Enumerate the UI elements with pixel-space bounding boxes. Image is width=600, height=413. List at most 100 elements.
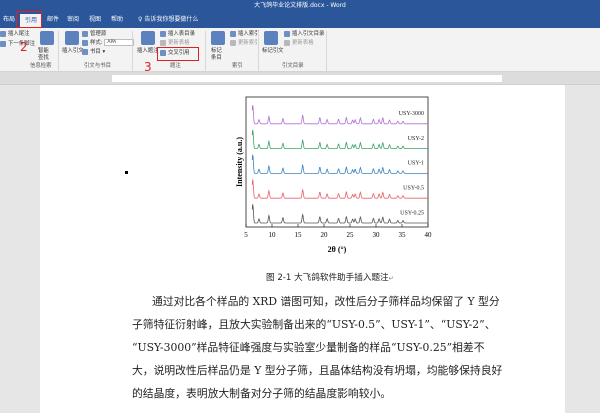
mark-entry-label-2: 条目 [211, 55, 222, 61]
tell-me-search[interactable]: ♀ 告诉我你想要做什么 [138, 12, 198, 28]
x-tick-label: 35 [399, 231, 407, 239]
horizontal-ruler[interactable] [0, 72, 600, 85]
insert-citation-icon [65, 31, 79, 45]
update-index-icon [230, 39, 236, 46]
insert-caption-button[interactable]: 插入题注 [137, 47, 159, 55]
x-tick-label: 20 [321, 231, 329, 239]
style-select[interactable]: APA [104, 39, 135, 46]
mark-citation-button[interactable]: 标记引文 [262, 47, 284, 55]
group-divider [258, 31, 259, 71]
group-divider [205, 31, 206, 71]
ribbon-references: 插入尾注 下一条脚注 智能 查找 信息检索 插入引文 管理源 样式: APA 书… [0, 28, 600, 72]
insert-caption-icon [141, 31, 155, 45]
x-tick-label: 40 [425, 231, 433, 239]
bibliography-icon [82, 48, 88, 55]
group-divider [132, 31, 133, 71]
insert-endnote-button[interactable]: 插入尾注 [0, 30, 30, 38]
insert-toa-label: 插入引文目录 [292, 31, 325, 37]
insert-citation-label: 插入引文 [62, 48, 84, 54]
figure-caption-text: 图 2-1 大飞鸽软件助手插入题注 [266, 273, 389, 283]
group-divider [326, 31, 327, 71]
series-layer [251, 105, 428, 224]
group-label-citations: 引文与书目 [84, 63, 111, 69]
paragraph-line: 的结晶度，表明放大制备对分子筛的结晶度影响较小。 [132, 387, 392, 400]
series-label: USY-0.5 [403, 186, 424, 192]
x-tick-label: 15 [295, 231, 303, 239]
update-toa-icon [284, 39, 290, 46]
word-window: 大飞鸽毕业论文排版.docx - Word 布局 引用 邮件 审阅 视图 帮助 … [0, 0, 600, 413]
annotation-number-2: 2 [20, 40, 28, 54]
paragraph-line: “USY-3000”样品特征峰强度与实验室少量制备的样品“USY-0.25”相差… [132, 341, 485, 354]
x-tick-label: 5 [244, 231, 248, 239]
tell-me-label: 告诉我你想要做什么 [144, 16, 199, 23]
paragraph-line: 大，说明改性后样品仍是 Y 型分子筛，且晶体结构没有坍塌，均能够保持良好 [132, 364, 503, 377]
paragraph-line: 通过对比各个样品的 XRD 谱图可知，改性后分子筛样品均保留了 Y 型分 [152, 295, 500, 308]
insert-endnote-label: 插入尾注 [8, 31, 30, 37]
ribbon-tabs: 布局 引用 邮件 审阅 视图 帮助 ♀ 告诉我你想要做什么 [0, 12, 600, 28]
insert-table-of-figures-label: 插入表目录 [168, 31, 195, 37]
next-footnote-icon [0, 40, 6, 47]
paragraph-anchor-mark [125, 171, 128, 174]
mark-citation-label: 标记引文 [262, 48, 284, 54]
series-label: USY-1 [408, 161, 424, 167]
annotation-box-references-tab [16, 11, 42, 28]
paragraph-mark: ↵ [388, 275, 394, 282]
mark-entry-icon [211, 31, 225, 45]
insert-index-icon [230, 30, 236, 37]
insert-toa-icon [284, 30, 290, 37]
insert-index-button[interactable]: 插入索引 [230, 30, 260, 38]
group-divider [58, 31, 59, 71]
insert-index-label: 插入索引 [238, 31, 260, 37]
table-of-figures-icon [160, 30, 166, 37]
update-index-button[interactable]: 更新索引 [230, 39, 260, 47]
group-label-research: 信息检索 [30, 63, 52, 69]
bibliography-button[interactable]: 书目 ▾ [82, 48, 105, 56]
insert-toa-button[interactable]: 插入引文目录 [284, 30, 324, 38]
group-label-index: 索引 [232, 63, 243, 69]
manage-sources-icon [82, 30, 88, 37]
tab-mailings[interactable]: 邮件 [44, 12, 62, 28]
update-toa-button[interactable]: 更新表格 [284, 39, 314, 47]
update-table-icon [160, 39, 166, 46]
update-table-button[interactable]: 更新表格 [160, 39, 190, 47]
smart-lookup-icon [40, 31, 54, 45]
update-toa-label: 更新表格 [292, 40, 314, 46]
group-label-captions: 题注 [170, 63, 181, 69]
insert-citation-button[interactable]: 插入引文 [62, 47, 84, 55]
style-dropdown[interactable]: 样式: APA [82, 39, 135, 47]
style-icon [82, 39, 88, 46]
series-line-usy-2 [251, 129, 428, 150]
paragraph-line: 子筛特征衍射峰，且放大实验制备出来的“USY-0.5”、USY-1”、“USY-… [132, 318, 496, 331]
x-tick-label: 30 [373, 231, 381, 239]
series-line-usy-1 [251, 154, 428, 174]
series-label: USY-2 [408, 136, 424, 142]
x-tick-label: 10 [269, 231, 277, 239]
group-label-toa: 引文目录 [282, 63, 304, 69]
next-footnote-button[interactable]: 下一条脚注 [0, 40, 35, 48]
title-bar: 大飞鸽毕业论文排版.docx - Word [0, 0, 600, 12]
manage-sources-button[interactable]: 管理源 [82, 30, 106, 38]
figure-caption: 图 2-1 大飞鸽软件助手插入题注↵ [266, 271, 394, 283]
update-index-label: 更新索引 [238, 40, 260, 46]
tab-review[interactable]: 审阅 [64, 12, 82, 28]
series-label: USY-0.25 [400, 210, 424, 216]
x-tick-label: 25 [347, 231, 355, 239]
tab-help[interactable]: 帮助 [108, 12, 126, 28]
window-title: 大飞鸽毕业论文排版.docx - Word [254, 2, 346, 9]
tab-view[interactable]: 视图 [86, 12, 104, 28]
insert-table-of-figures-button[interactable]: 插入表目录 [160, 30, 195, 38]
mark-citation-icon [264, 31, 278, 45]
bibliography-label: 书目 [90, 49, 101, 55]
update-table-label: 更新表格 [168, 40, 190, 46]
style-label: 样式: [90, 40, 103, 46]
xrd-chart: USY-0.25 USY-0.5 USY-1 USY-2 USY-3000 5 10 15 2… [235, 96, 432, 254]
insert-caption-label: 插入题注 [137, 48, 159, 54]
series-label: USY-3000 [399, 111, 424, 117]
annotation-box-cross-reference [157, 47, 199, 61]
endnote-icon [0, 30, 6, 37]
y-axis-label: Intensity (a.u.) [235, 137, 244, 187]
tick-layer: 5 10 15 20 25 30 35 40 [244, 224, 432, 239]
x-axis-label: 2θ (°) [328, 245, 347, 254]
smart-lookup-label-2: 查找 [38, 55, 49, 61]
series-line-usy-0.5 [251, 179, 428, 199]
